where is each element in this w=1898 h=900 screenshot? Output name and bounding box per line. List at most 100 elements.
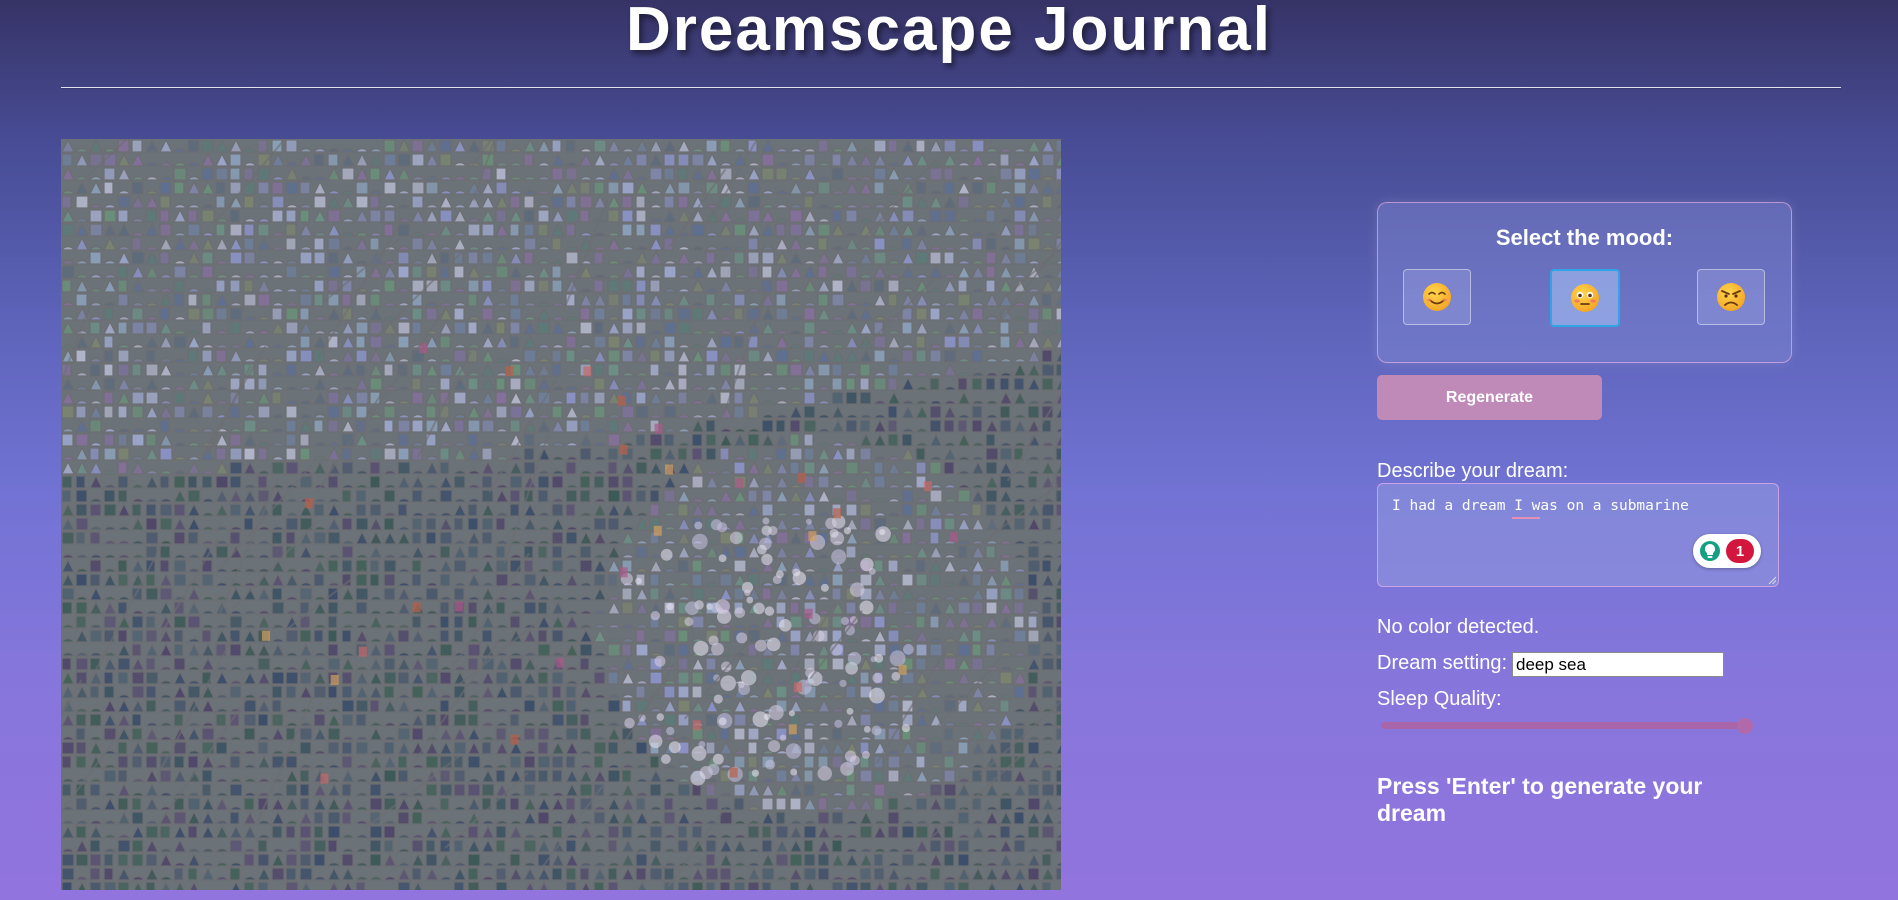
dream-setting-input[interactable]: deep sea xyxy=(1512,652,1724,677)
mosaic-tile xyxy=(439,699,450,713)
mosaic-tile xyxy=(663,643,676,657)
mosaic-tile xyxy=(313,811,324,825)
mosaic-tile xyxy=(593,321,604,335)
mosaic-tile xyxy=(172,316,188,321)
mosaic-tile xyxy=(299,684,313,699)
mosaic-tile xyxy=(886,526,902,531)
mosaic-tile xyxy=(915,838,929,853)
mosaic-tile xyxy=(817,755,829,769)
mosaic-tile xyxy=(957,853,970,867)
grammar-assistant-badge[interactable]: 1 xyxy=(1693,534,1761,568)
mosaic-tile xyxy=(509,713,520,727)
mosaic-tile xyxy=(957,782,971,797)
mosaic-tile xyxy=(817,293,829,307)
mosaic-tile xyxy=(1040,218,1056,223)
mosaic-tile xyxy=(971,726,985,741)
mosaic-tile xyxy=(985,503,997,517)
mosaic-tile xyxy=(620,554,636,559)
mosaic-tile xyxy=(956,470,972,475)
mosaic-tile xyxy=(677,810,691,825)
mosaic-tile xyxy=(956,764,972,769)
mosaic-tile xyxy=(215,152,229,167)
mosaic-tile xyxy=(929,852,943,867)
mosaic-tile xyxy=(845,265,858,279)
mosaic-tile xyxy=(131,824,145,839)
mosaic-tile xyxy=(649,558,663,573)
mosaic-tile xyxy=(159,447,173,461)
mosaic-tile xyxy=(284,848,300,853)
mosaic-tile xyxy=(915,236,929,251)
mosaic-tile xyxy=(397,698,411,713)
mosaic-tile xyxy=(761,587,772,601)
mosaic-tile xyxy=(747,825,760,839)
mosaic-tile xyxy=(158,708,174,713)
mosaic-tile xyxy=(719,208,733,223)
mosaic-tile xyxy=(775,853,789,867)
mosaic-tile xyxy=(256,470,272,475)
mosaic-tile xyxy=(957,741,969,755)
mosaic-tile xyxy=(635,335,646,349)
mosaic-tile xyxy=(816,736,832,741)
mosaic-tile xyxy=(942,582,958,587)
mosaic-tile xyxy=(411,363,423,377)
mosaic-tile xyxy=(788,288,804,293)
mosaic-tile xyxy=(816,428,832,433)
mosaic-tile xyxy=(523,502,537,517)
mosaic-tile xyxy=(172,386,188,391)
mosaic-tile xyxy=(117,853,129,867)
mosaic-tile xyxy=(550,316,566,321)
mosaic-tile xyxy=(970,204,986,209)
mosaic-tile xyxy=(928,246,944,251)
mosaic-tile xyxy=(467,726,481,741)
mosaic-tile xyxy=(971,516,985,531)
mosaic-tile xyxy=(606,862,622,867)
mood-neutral-button[interactable] xyxy=(1550,269,1620,327)
dream-description-text: I had a dream I was on a submarine xyxy=(1392,498,1689,514)
mosaic-tile xyxy=(369,516,383,531)
mosaic-tile xyxy=(369,614,383,629)
mosaic-tile xyxy=(677,377,688,391)
mosaic-tile xyxy=(676,428,692,433)
mosaic-tile xyxy=(74,330,90,335)
mosaic-tile xyxy=(466,218,482,223)
mosaic-tile xyxy=(915,222,929,237)
mosaic-tile xyxy=(215,502,229,517)
mosaic-tile xyxy=(89,783,101,797)
mosaic-tile xyxy=(831,391,844,405)
mood-angry-button[interactable] xyxy=(1697,269,1765,325)
mosaic-tile xyxy=(537,671,549,685)
mosaic-tile xyxy=(285,572,299,587)
mosaic-tile xyxy=(746,848,762,853)
mosaic-tile xyxy=(452,708,468,713)
mosaic-tile xyxy=(803,419,817,433)
mosaic-tile xyxy=(705,783,716,797)
mosaic-tile xyxy=(607,349,621,363)
mosaic-tile xyxy=(481,670,495,685)
mosaic-tile xyxy=(270,638,286,643)
mosaic-tile xyxy=(817,867,830,881)
regenerate-button[interactable]: Regenerate xyxy=(1377,375,1602,420)
mosaic-tile xyxy=(914,372,930,377)
mosaic-tile xyxy=(887,419,898,433)
dream-description-textarea[interactable]: I had a dream I was on a submarine 1 xyxy=(1377,483,1779,587)
mosaic-tile xyxy=(579,727,592,741)
mosaic-tile xyxy=(621,502,635,517)
mosaic-tile xyxy=(159,419,170,433)
mosaic-tile xyxy=(830,876,846,881)
mosaic-tile xyxy=(607,194,621,209)
mosaic-tile xyxy=(662,834,678,839)
mosaic-tile xyxy=(327,727,341,741)
mosaic-tile xyxy=(887,586,901,601)
mosaic-tile xyxy=(131,460,145,475)
mosaic-tile xyxy=(131,391,145,405)
mosaic-tile xyxy=(817,363,831,377)
mosaic-tile xyxy=(131,237,142,251)
sleep-quality-slider-thumb[interactable] xyxy=(1737,718,1753,734)
sleep-quality-slider[interactable] xyxy=(1381,718,1753,734)
mosaic-tile xyxy=(592,554,608,559)
mosaic-tile xyxy=(956,162,972,167)
mosaic-tile xyxy=(663,153,676,167)
resize-grip-icon[interactable] xyxy=(1768,576,1776,584)
mosaic-tile xyxy=(397,769,409,783)
mood-happy-button[interactable] xyxy=(1403,269,1471,325)
